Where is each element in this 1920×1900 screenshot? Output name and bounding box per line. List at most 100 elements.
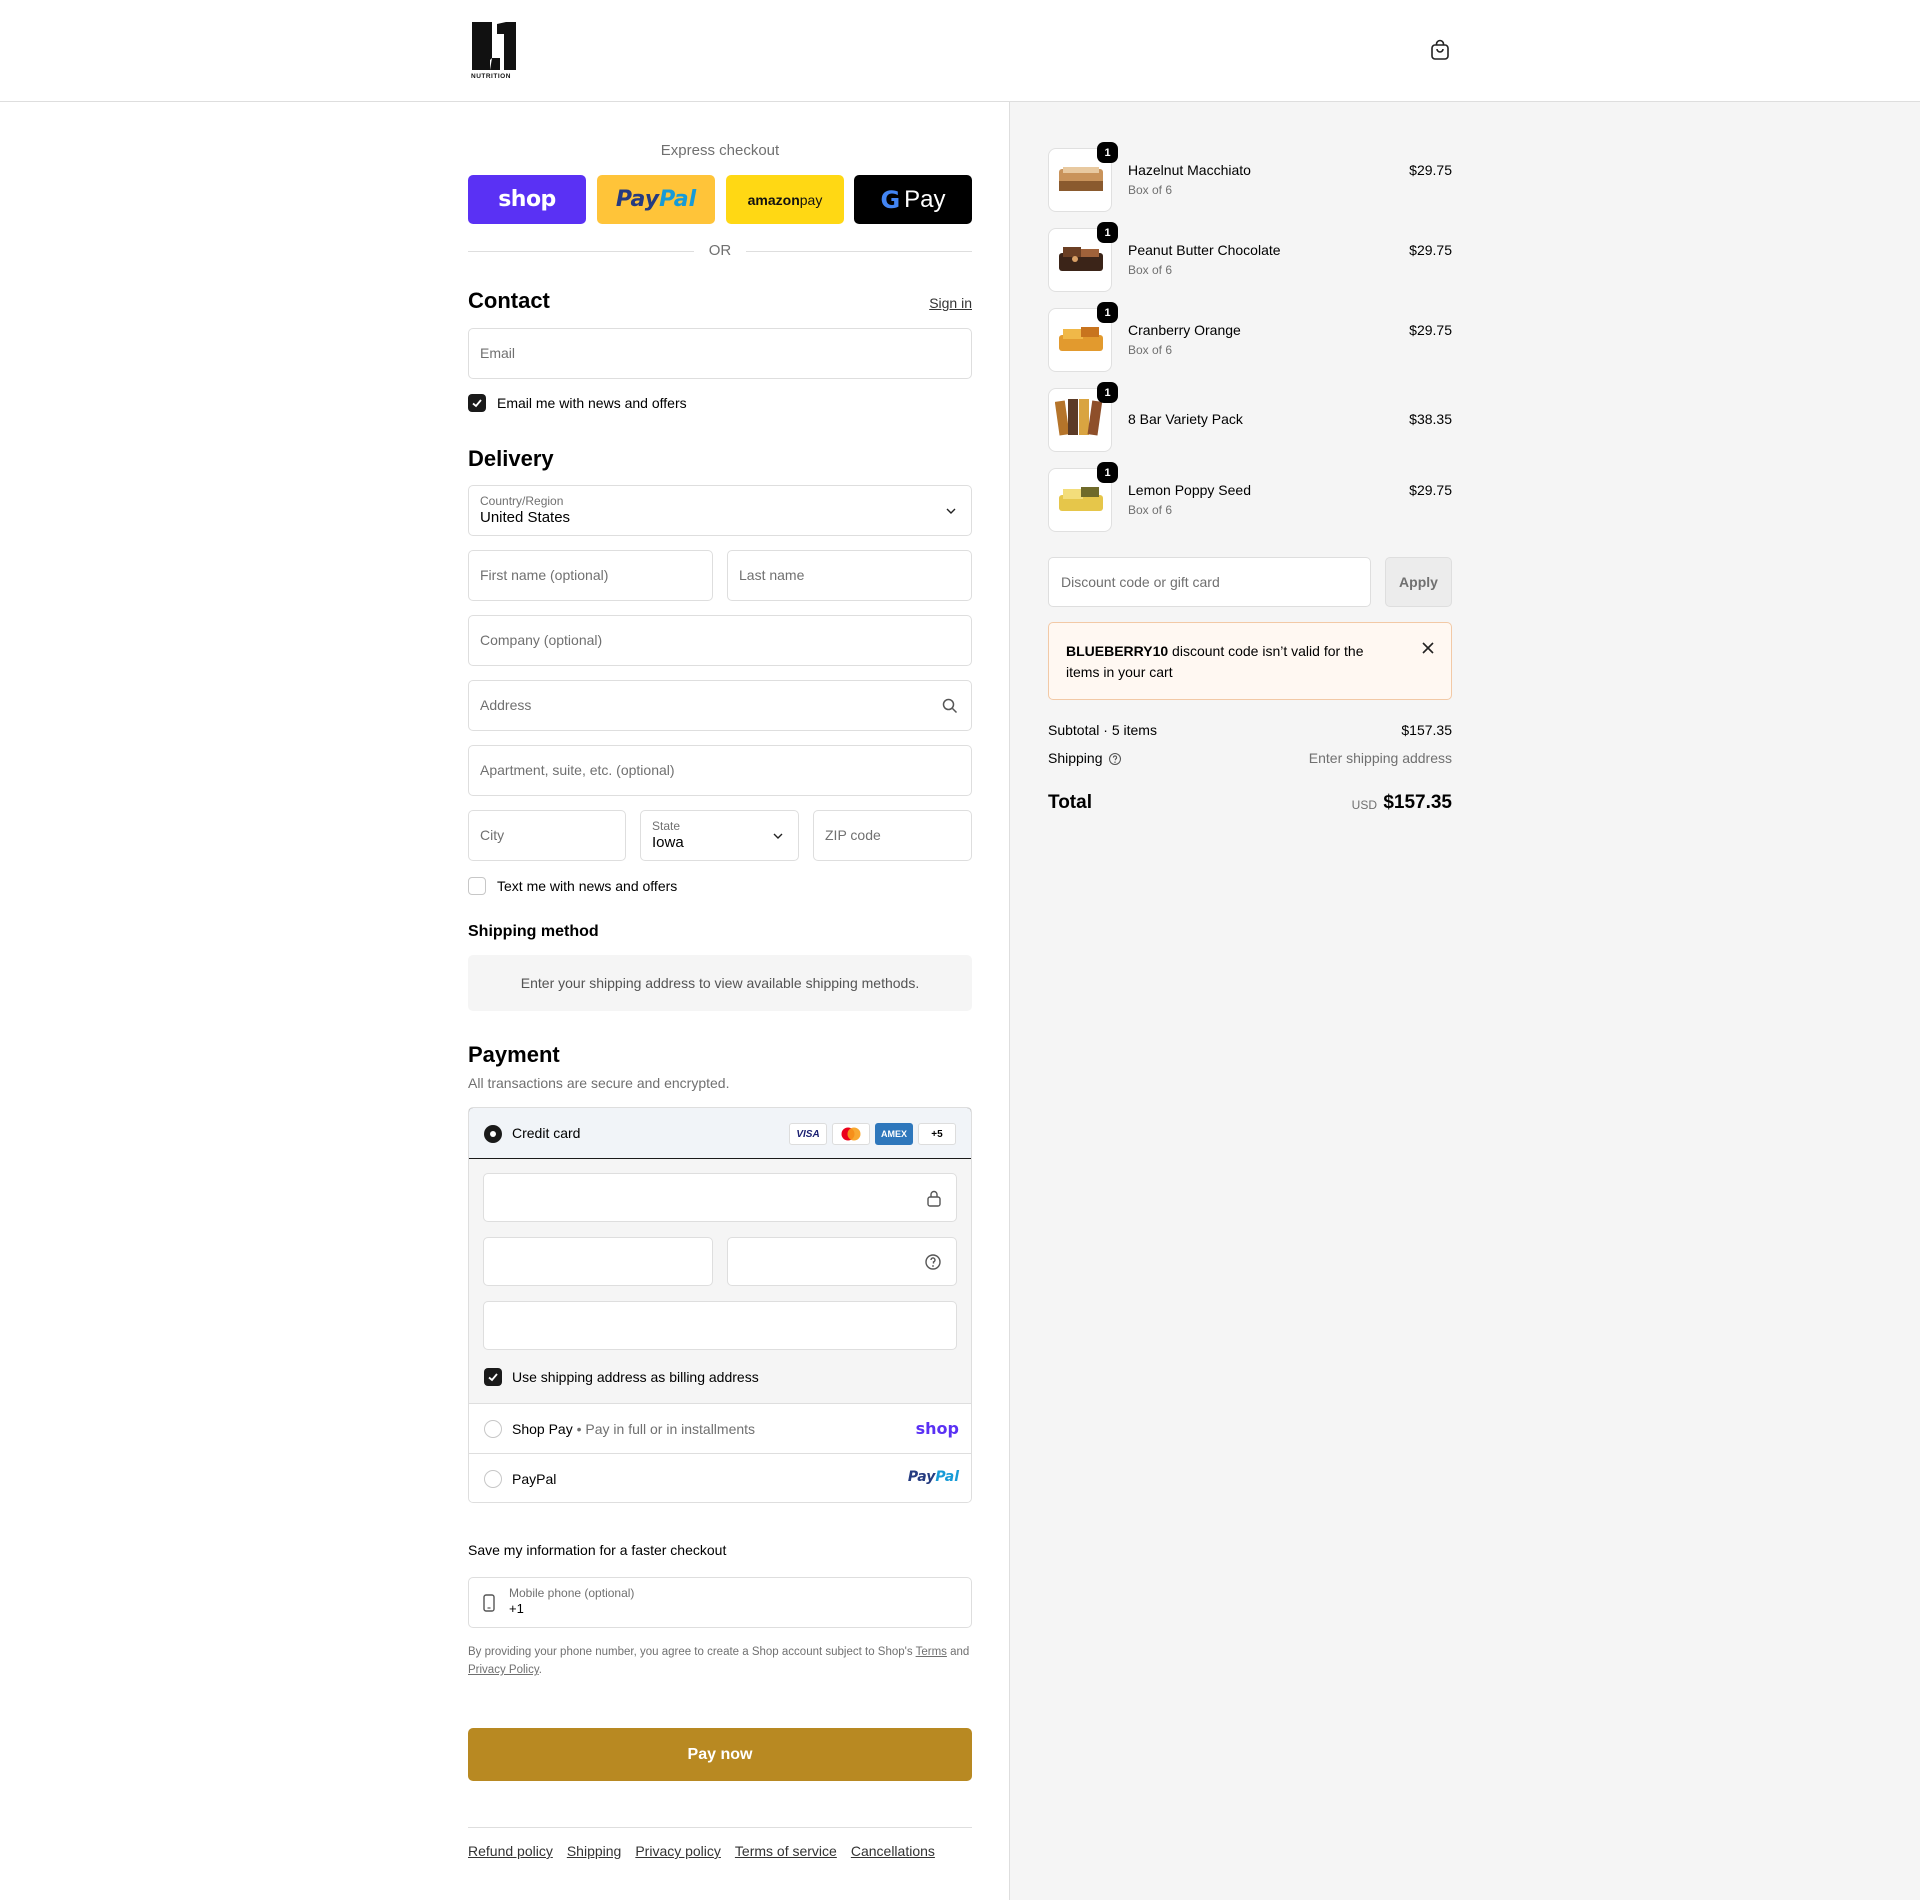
amazon-pay-label: pay — [799, 191, 823, 208]
last-name-placeholder: Last name — [739, 567, 805, 583]
email-news-checkbox[interactable] — [468, 394, 486, 412]
quantity-badge: 1 — [1097, 142, 1118, 163]
google-pay-express-button[interactable]: G Pay — [854, 175, 972, 224]
address-placeholder: Address — [480, 697, 532, 713]
paypal-express-button[interactable]: Pay Pal — [597, 175, 715, 224]
email-field[interactable]: Email — [468, 328, 972, 379]
express-checkout-title: Express checkout — [660, 142, 780, 159]
contact-heading: Contact — [468, 288, 550, 313]
footer-links: Refund policy Shipping Privacy policy Terms… — [468, 1843, 949, 1859]
state-select[interactable]: State Iowa — [640, 810, 799, 861]
line-item: 1 Lemon Poppy Seed Box of 6 $29.75 — [1048, 462, 1452, 532]
security-code-field[interactable] — [727, 1237, 957, 1286]
first-name-field[interactable]: First name (optional) — [468, 550, 713, 601]
discount-code-input[interactable]: Discount code or gift card — [1048, 557, 1371, 607]
mobile-phone-field[interactable]: Mobile phone (optional) +1 — [468, 1577, 972, 1628]
quantity-badge: 1 — [1097, 222, 1118, 243]
email-placeholder: Email — [480, 345, 516, 361]
chevron-down-icon — [773, 833, 783, 839]
card-number-field[interactable] — [483, 1173, 957, 1222]
text-news-label: Text me with news and offers — [497, 878, 678, 894]
help-circle-icon[interactable] — [1108, 752, 1122, 766]
billing-address-checkbox[interactable] — [484, 1368, 502, 1386]
first-name-placeholder: First name (optional) — [480, 567, 609, 583]
credit-card-label: Credit card — [512, 1125, 581, 1141]
shop-pay-option[interactable]: Shop Pay • Pay in full or in installment… — [469, 1403, 971, 1453]
currency-code: USD — [1351, 798, 1377, 812]
paypal-logo-pal: Pal — [935, 1469, 959, 1485]
cancellations-link[interactable]: Cancellations — [851, 1843, 935, 1859]
subtotal-value: $157.35 — [1401, 722, 1452, 738]
refund-policy-link[interactable]: Refund policy — [468, 1843, 553, 1859]
header: NUTRITION — [0, 0, 1920, 102]
quantity-badge: 1 — [1097, 462, 1118, 483]
save-info-heading: Save my information for a faster checkou… — [468, 1542, 727, 1558]
shopping-bag-icon[interactable] — [1428, 38, 1452, 62]
shop-pay-name: Shop Pay — [512, 1421, 573, 1437]
line-item: 1 Peanut Butter Chocolate Box of 6 $29.7… — [1048, 222, 1452, 292]
help-circle-icon[interactable] — [924, 1253, 942, 1271]
discount-error-message: BLUEBERRY10 discount code isn’t valid fo… — [1066, 641, 1386, 683]
privacy-policy-link[interactable]: Privacy Policy — [468, 1664, 539, 1676]
visa-badge-text: VISA — [796, 1128, 820, 1140]
product-price: $29.75 — [1409, 162, 1452, 178]
address-field[interactable]: Address — [468, 680, 972, 731]
shipping-value: Enter shipping address — [1308, 750, 1452, 766]
amazon-pay-express-button[interactable]: amazon pay — [726, 175, 844, 224]
shop-pay-express-button[interactable]: shop — [468, 175, 586, 224]
checkmark-icon — [472, 399, 482, 408]
apply-discount-button[interactable]: Apply — [1385, 557, 1452, 607]
search-icon — [942, 698, 958, 714]
last-name-field[interactable]: Last name — [727, 550, 972, 601]
close-icon[interactable] — [1421, 641, 1435, 655]
privacy-policy-footer-link[interactable]: Privacy policy — [635, 1843, 721, 1859]
product-name: Cranberry Orange — [1128, 322, 1241, 338]
payment-subtitle: All transactions are secure and encrypte… — [468, 1075, 730, 1091]
pay-now-button[interactable]: Pay now — [468, 1728, 972, 1781]
amazon-label: amazon — [747, 191, 800, 208]
more-cards-text: +5 — [931, 1128, 943, 1140]
paypal-option-label: PayPal — [512, 1471, 557, 1487]
chevron-down-icon — [946, 508, 956, 514]
zip-field[interactable]: ZIP code — [813, 810, 972, 861]
sign-in-link[interactable]: Sign in — [929, 295, 972, 311]
product-price: $29.75 — [1409, 322, 1452, 338]
product-name: Peanut Butter Chocolate — [1128, 242, 1281, 258]
zip-placeholder: ZIP code — [825, 827, 881, 843]
expiration-date-field[interactable] — [483, 1237, 713, 1286]
paypal-logo-pay: Pay — [907, 1469, 936, 1485]
country-label: Country/Region — [480, 494, 564, 508]
quantity-badge: 1 — [1097, 382, 1118, 403]
product-variant: Box of 6 — [1128, 343, 1173, 357]
shop-pay-radio[interactable] — [484, 1420, 502, 1438]
amex-icon: AMEX — [875, 1123, 913, 1145]
paypal-radio[interactable] — [484, 1470, 502, 1488]
company-field[interactable]: Company (optional) — [468, 615, 972, 666]
legal-text-part-1: By providing your phone number, you agre… — [468, 1646, 916, 1658]
logo-text: NUTRITION — [471, 73, 511, 80]
product-image: 1 — [1048, 382, 1118, 452]
name-on-card-field[interactable] — [483, 1301, 957, 1350]
shop-pay-subtext: Pay in full or in installments — [585, 1421, 756, 1437]
line-item: 1 8 Bar Variety Pack $38.35 — [1048, 382, 1452, 462]
text-news-checkbox[interactable] — [468, 877, 486, 895]
legal-text: By providing your phone number, you agre… — [468, 1643, 972, 1679]
payment-heading: Payment — [468, 1042, 560, 1067]
legal-text-part-3: . — [538, 1664, 542, 1676]
city-field[interactable]: City — [468, 810, 626, 861]
country-select[interactable]: Country/Region United States — [468, 485, 972, 536]
terms-link[interactable]: Terms — [916, 1646, 947, 1658]
shipping-policy-link[interactable]: Shipping — [567, 1843, 622, 1859]
subtotal-label: Subtotal · 5 items — [1048, 722, 1157, 738]
credit-card-option[interactable]: Credit card VISA AMEX +5 — [469, 1108, 971, 1159]
product-image: 1 — [1048, 462, 1118, 532]
or-divider-text: OR — [708, 242, 732, 259]
paypal-option[interactable]: PayPal PayPal — [469, 1453, 971, 1502]
apartment-field[interactable]: Apartment, suite, etc. (optional) — [468, 745, 972, 796]
credit-card-radio[interactable] — [484, 1125, 502, 1143]
billing-address-label: Use shipping address as billing address — [512, 1369, 759, 1385]
mobile-phone-icon — [483, 1594, 495, 1612]
total-row: Total USD $157.35 — [1048, 790, 1452, 818]
brand-logo[interactable]: NUTRITION — [470, 20, 520, 80]
terms-of-service-link[interactable]: Terms of service — [735, 1843, 837, 1859]
